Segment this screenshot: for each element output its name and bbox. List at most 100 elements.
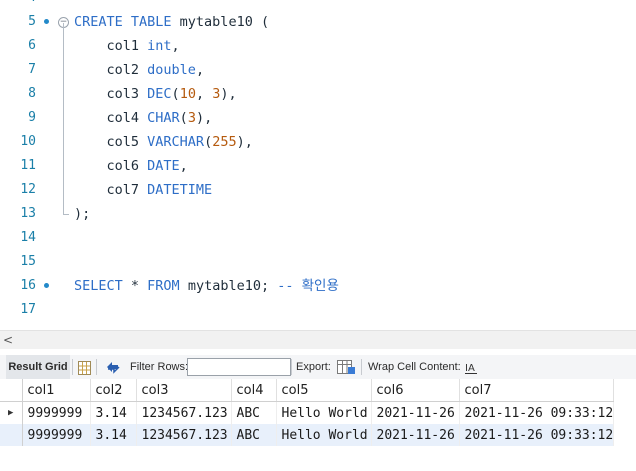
sql-keyword: int: [147, 38, 172, 54]
row-header-corner: [0, 379, 23, 402]
line-number: 4: [0, 0, 36, 10]
table-cell[interactable]: 2021-11-26: [371, 401, 460, 424]
sql-keyword: SELECT: [74, 278, 131, 294]
sql-keyword: double: [147, 62, 196, 78]
line-number: 14: [20, 230, 36, 245]
sql-token: (: [171, 86, 180, 102]
sql-token: col4: [74, 110, 148, 126]
sql-token: col6: [74, 158, 148, 174]
fold-guide: [63, 23, 64, 214]
editor-line[interactable]: 7 col2 double,: [0, 58, 636, 82]
result-grid[interactable]: col1 col2 col3 col4 col5 col6 col7 ▶ 999…: [0, 379, 636, 471]
code-text: col4 CHAR(3),: [74, 106, 213, 130]
table-cell[interactable]: 9999999: [22, 401, 91, 424]
table-cell[interactable]: Hello World: [276, 424, 372, 446]
sql-token: ,: [195, 62, 205, 78]
sql-token: ),: [220, 86, 237, 102]
column-header[interactable]: col7: [459, 379, 615, 402]
wrap-text-icon[interactable]: IA: [465, 360, 479, 374]
code-text: col5 VARCHAR(255),: [74, 130, 253, 154]
column-header[interactable]: col4: [231, 379, 277, 402]
line-number: 11: [20, 158, 36, 173]
line-number: 15: [20, 254, 36, 269]
refresh-icon[interactable]: [104, 359, 122, 375]
table-cell[interactable]: 2021-11-26: [371, 424, 460, 446]
sql-comment: -- 확인용: [277, 278, 339, 294]
editor-line: 4: [0, 0, 636, 10]
result-grid-tab[interactable]: Result Grid: [6, 355, 70, 379]
column-header[interactable]: col3: [136, 379, 232, 402]
toolbar-divider: [361, 359, 362, 375]
table-cell[interactable]: 3.14: [90, 401, 137, 424]
editor-line[interactable]: 6 col1 int,: [0, 34, 636, 58]
sql-keyword: FROM: [147, 278, 188, 294]
code-text: col6 DATE,: [74, 154, 188, 178]
line-number: 5: [28, 14, 36, 29]
grid-view-icon[interactable]: [78, 360, 91, 375]
row-header[interactable]: [0, 424, 23, 446]
table-cell[interactable]: 3.14: [90, 424, 137, 446]
editor-line[interactable]: 9 col4 CHAR(3),: [0, 106, 636, 130]
column-header[interactable]: col1: [22, 379, 91, 402]
table-row[interactable]: ▶ 9999999 3.14 1234567.123 ABC Hello Wor…: [0, 401, 615, 424]
sql-token: col5: [74, 134, 148, 150]
column-header[interactable]: col2: [90, 379, 137, 402]
line-number: 8: [28, 86, 36, 101]
code-text: col1 int,: [74, 34, 180, 58]
sql-token: ,: [171, 38, 180, 54]
column-header[interactable]: col6: [371, 379, 460, 402]
code-text: col2 double,: [74, 58, 205, 82]
filter-rows-label: Filter Rows:: [130, 361, 189, 373]
code-text: CREATE TABLE mytable10 (: [74, 10, 269, 34]
line-number: 7: [28, 62, 36, 77]
table-cell[interactable]: 9999999: [22, 424, 91, 446]
statement-marker-icon: [44, 283, 49, 288]
editor-line[interactable]: 13);: [0, 202, 636, 226]
editor-line[interactable]: 15: [0, 250, 636, 274]
editor-line[interactable]: 17: [0, 298, 636, 322]
sql-token: (: [204, 134, 213, 150]
result-toolbar: Result Grid Filter Rows: Export: Wrap Ce…: [0, 355, 636, 380]
sql-token: col2: [74, 62, 148, 78]
editor-line[interactable]: 5− CREATE TABLE mytable10 (: [0, 10, 636, 34]
line-number: 9: [28, 110, 36, 125]
table-cell[interactable]: ABC: [231, 424, 277, 446]
wrap-cell-content-label: Wrap Cell Content:: [368, 361, 461, 373]
filter-rows-input[interactable]: [187, 358, 291, 376]
table-cell[interactable]: 1234567.123: [136, 424, 232, 446]
sql-keyword: CHAR: [147, 110, 180, 126]
table-cell[interactable]: 2021-11-26 09:33:12: [459, 424, 615, 446]
editor-line[interactable]: 11 col6 DATE,: [0, 154, 636, 178]
editor-line[interactable]: 8 col3 DEC(10, 3),: [0, 82, 636, 106]
sql-token: mytable10;: [187, 278, 278, 294]
code-text: col3 DEC(10, 3),: [74, 82, 237, 106]
scroll-left-icon[interactable]: <: [3, 333, 13, 347]
sql-number: 3: [187, 110, 196, 126]
sql-editor[interactable]: 4 5−CREATE TABLE mytable10 (6 col1 int,7…: [0, 0, 636, 330]
sql-token: *: [130, 278, 148, 294]
sql-token: mytable10: [179, 14, 261, 30]
export-icon[interactable]: [336, 359, 356, 375]
table-cell[interactable]: ABC: [231, 401, 277, 424]
table-cell[interactable]: Hello World: [276, 401, 372, 424]
table-cell[interactable]: 2021-11-26 09:33:12: [459, 401, 615, 424]
table-cell[interactable]: 1234567.123: [136, 401, 232, 424]
editor-line[interactable]: 10 col5 VARCHAR(255),: [0, 130, 636, 154]
sql-token: ),: [236, 134, 253, 150]
column-header[interactable]: col5: [276, 379, 372, 402]
editor-horizontal-scrollbar[interactable]: <: [0, 330, 636, 349]
editor-line[interactable]: 14: [0, 226, 636, 250]
sql-token: (: [260, 14, 270, 30]
sql-token: col7: [74, 182, 148, 198]
editor-line[interactable]: 12 col7 DATETIME: [0, 178, 636, 202]
sql-token: );: [74, 206, 91, 222]
table-row[interactable]: 9999999 3.14 1234567.123 ABC Hello World…: [0, 424, 615, 446]
export-label: Export:: [296, 361, 331, 373]
current-row-marker-icon: ▶: [0, 401, 23, 424]
sql-token: ,: [179, 158, 188, 174]
code-text: col7 DATETIME: [74, 178, 213, 202]
line-number: 17: [20, 302, 36, 317]
line-number: 12: [20, 182, 36, 197]
editor-line[interactable]: 16 SELECT * FROM mytable10; -- 확인용: [0, 274, 636, 298]
sql-keyword: CREATE TABLE: [74, 14, 180, 30]
